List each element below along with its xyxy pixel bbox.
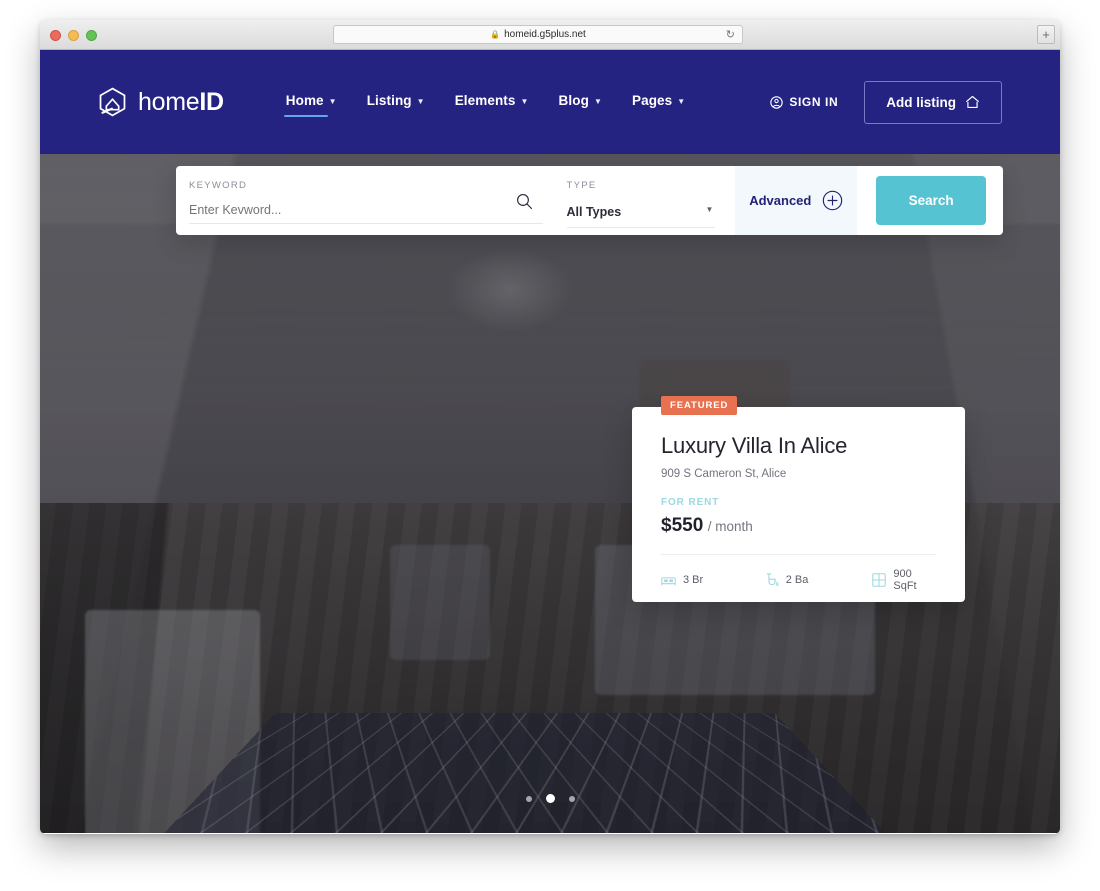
webpage: homeID Home ▼ Listing ▼ Elements ▼ Blog … [40, 50, 1060, 833]
advanced-label: Advanced [749, 193, 812, 208]
chevron-down-icon: ▼ [416, 97, 425, 106]
price-amount: $550 [661, 515, 704, 536]
maximize-window-button[interactable] [86, 30, 97, 41]
nav-item-pages[interactable]: Pages ▼ [630, 87, 687, 117]
nav-label-blog: Blog [558, 93, 589, 108]
keyword-field-group: KEYWORD [189, 166, 543, 235]
logo-text: homeID [138, 88, 224, 117]
property-price: $550 / month [661, 515, 936, 537]
minimize-window-button[interactable] [68, 30, 79, 41]
main-navigation: Home ▼ Listing ▼ Elements ▼ Blog ▼ Pages [283, 87, 688, 117]
plus-circle-icon [823, 190, 843, 211]
reload-icon[interactable]: ↻ [726, 29, 735, 42]
home-icon [965, 95, 980, 108]
nav-label-pages: Pages [631, 93, 673, 108]
featured-badge: FEATURED [661, 396, 738, 415]
nav-label-listing: Listing [366, 93, 412, 108]
nav-label-home: Home [285, 93, 324, 108]
advanced-search-toggle[interactable]: Advanced [735, 166, 858, 235]
address-bar[interactable]: 🔒 homeid.g5plus.net ↻ [333, 25, 743, 44]
logo-word-home: home [138, 87, 200, 116]
logo-word-id: ID [199, 87, 224, 116]
property-search-bar: KEYWORD TYPE All Types ▼ Advanced [176, 166, 1003, 235]
featured-property-card[interactable]: FEATURED Luxury Villa In Alice 909 S Cam… [632, 396, 965, 602]
spec-bedrooms-value: 3 Br [683, 574, 704, 586]
add-listing-button[interactable]: Add listing [864, 80, 1002, 124]
lock-icon: 🔒 [490, 29, 501, 39]
search-button[interactable]: Search [876, 176, 987, 225]
site-logo[interactable]: homeID [98, 87, 224, 117]
floorplan-icon [872, 573, 887, 587]
spec-area: 900 SqFt [872, 568, 936, 592]
nav-item-elements[interactable]: Elements ▼ [453, 87, 531, 117]
type-selected-value: All Types [566, 205, 622, 219]
spec-bedrooms: 3 Br [661, 574, 766, 586]
property-status-badge: FOR RENT [661, 497, 720, 508]
slider-pagination [40, 794, 1060, 803]
bed-icon [661, 577, 676, 586]
browser-window: 🔒 homeid.g5plus.net ↻ + homeID Home ▼ Li… [40, 20, 1060, 834]
nav-item-home[interactable]: Home ▼ [283, 87, 339, 117]
chevron-down-icon: ▼ [520, 97, 529, 106]
chevron-down-icon: ▼ [328, 97, 337, 106]
chevron-down-icon: ▼ [677, 97, 686, 106]
slider-dot-2[interactable] [545, 794, 555, 803]
property-specs: 3 Br 2 Ba 900 SqFt [661, 568, 936, 592]
nav-item-listing[interactable]: Listing ▼ [365, 87, 427, 117]
user-circle-icon [770, 95, 784, 109]
browser-titlebar: 🔒 homeid.g5plus.net ↻ + [40, 20, 1060, 50]
slider-dot-3[interactable] [568, 795, 575, 802]
nav-item-blog[interactable]: Blog ▼ [557, 87, 604, 117]
spec-bathrooms: 2 Ba [766, 573, 873, 587]
add-listing-label: Add listing [886, 94, 956, 110]
slider-dot-1[interactable] [525, 795, 532, 802]
sign-in-label: SIGN IN [789, 95, 839, 109]
home-logo-icon [99, 87, 126, 117]
url-text: homeid.g5plus.net [504, 29, 586, 40]
property-address: 909 S Cameron St, Alice [661, 468, 787, 480]
new-tab-button[interactable]: + [1037, 25, 1055, 44]
nav-label-elements: Elements [454, 93, 516, 108]
close-window-button[interactable] [50, 30, 61, 41]
spec-bathrooms-value: 2 Ba [785, 574, 809, 586]
spec-area-value: 900 SqFt [893, 568, 917, 592]
chevron-down-icon: ▼ [705, 205, 714, 214]
card-divider [661, 554, 936, 555]
window-controls [50, 30, 97, 41]
property-title: Luxury Villa In Alice [661, 433, 848, 458]
type-label: TYPE [566, 180, 597, 191]
sign-in-button[interactable]: SIGN IN [770, 95, 838, 109]
search-input[interactable] [189, 203, 543, 224]
type-select[interactable]: All Types ▼ [566, 203, 716, 228]
chevron-down-icon: ▼ [593, 97, 602, 106]
header-actions: SIGN IN Add listing [770, 80, 1002, 124]
type-field-group: TYPE All Types ▼ [566, 166, 716, 235]
shower-icon [766, 573, 779, 586]
site-header: homeID Home ▼ Listing ▼ Elements ▼ Blog … [40, 50, 1060, 154]
keyword-label: KEYWORD [189, 180, 248, 191]
price-period: / month [707, 519, 753, 534]
search-icon[interactable] [516, 193, 533, 215]
